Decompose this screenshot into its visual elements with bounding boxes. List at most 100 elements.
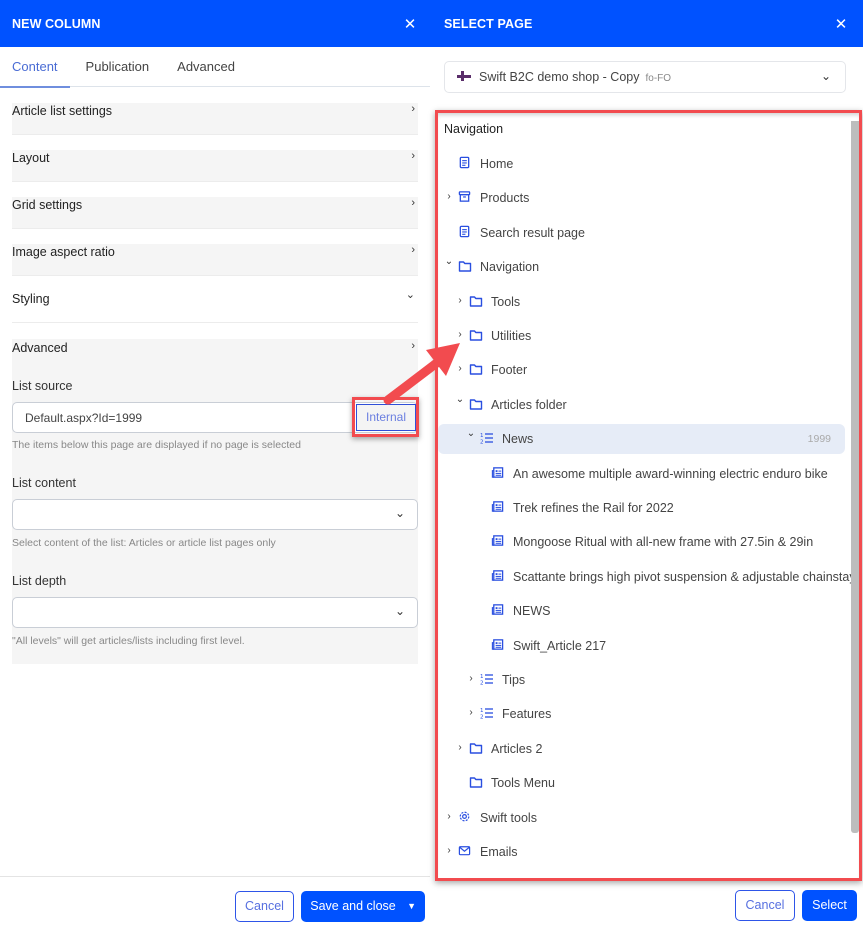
mail-icon — [458, 844, 472, 858]
tree-node-label: Tools — [491, 294, 521, 309]
section-layout[interactable]: Layout › — [12, 150, 418, 182]
list-depth-help: "All levels" will get articles/lists inc… — [12, 635, 245, 647]
chevron-right-icon[interactable]: › — [444, 191, 454, 202]
new-column-header: NEW COLUMN ✕ — [0, 0, 430, 47]
folder-icon — [469, 775, 483, 789]
tree-node-label: Mongoose Ritual with all-new frame with … — [513, 535, 814, 550]
close-icon[interactable]: ✕ — [402, 15, 418, 33]
list-content-select[interactable]: ⌄ — [12, 499, 418, 530]
page-tree: Navigation Home › Products Search result pa… — [438, 113, 859, 878]
tree-node-label: Search result page — [480, 225, 585, 240]
section-label: Article list settings — [12, 104, 113, 118]
chevron-right-icon[interactable]: › — [455, 295, 465, 306]
tree-node-label: Tips — [502, 673, 526, 687]
chevron-right-icon[interactable]: › — [444, 811, 454, 822]
chevron-down-icon[interactable]: ⌄ — [455, 394, 465, 405]
cancel-button[interactable]: Cancel — [235, 891, 294, 922]
tree-node-label: Articles 2 — [491, 741, 543, 756]
chevron-right-icon[interactable]: › — [444, 845, 454, 856]
folder-icon — [469, 362, 483, 376]
tree-node[interactable]: An awesome multiple award-winning electr… — [438, 459, 850, 489]
tree-node[interactable]: Scattante brings high pivot suspension &… — [438, 562, 856, 592]
tree-node[interactable]: Search result page — [438, 218, 850, 248]
chevron-right-icon: › — [411, 244, 415, 256]
section-label: Image aspect ratio — [12, 245, 115, 259]
dropdown-caret-icon[interactable]: ▼ — [407, 892, 416, 921]
article-icon — [491, 500, 505, 514]
tree-node-label: Navigation — [480, 260, 540, 275]
svg-text:1: 1 — [480, 674, 484, 680]
svg-text:1: 1 — [480, 708, 484, 714]
tree-node[interactable]: › Articles 2 — [438, 734, 850, 764]
tree-node-label: Features — [502, 707, 552, 722]
chevron-down-icon[interactable]: ⌄ — [466, 428, 476, 439]
tree-node[interactable]: › Products — [438, 183, 850, 213]
panel-title: SELECT PAGE — [444, 16, 533, 31]
tree-node[interactable]: › Emails — [438, 837, 850, 867]
tree-node[interactable]: Home — [438, 149, 850, 179]
chevron-down-icon: ⌄ — [394, 604, 405, 618]
section-label[interactable]: Advanced — [12, 341, 68, 355]
list-source-field[interactable]: Default.aspx?Id=1999 Internal — [12, 402, 418, 433]
tree-node-label: Home — [480, 157, 514, 171]
list-icon: 12 — [480, 706, 494, 721]
list-depth-label: List depth — [12, 574, 67, 588]
tree-node[interactable]: ⌄ Navigation — [438, 252, 850, 282]
tree-node[interactable]: › Tools — [438, 287, 850, 317]
tree-node-label: Footer — [491, 363, 528, 378]
chevron-down-icon: ⌄ — [394, 506, 405, 520]
chevron-right-icon[interactable]: › — [455, 363, 465, 374]
chevron-right-icon[interactable]: › — [411, 340, 415, 352]
chevron-right-icon: › — [411, 150, 415, 162]
tree-node-label: Trek refines the Rail for 2022 — [513, 501, 674, 515]
cancel-button[interactable]: Cancel — [735, 890, 795, 921]
chevron-down-icon[interactable]: ⌄ — [444, 256, 454, 267]
footer-divider — [0, 876, 430, 877]
gear-icon — [458, 810, 472, 824]
tab-advanced[interactable]: Advanced — [165, 47, 247, 87]
list-content-label: List content — [12, 476, 76, 490]
tree-node[interactable]: › Swift tools — [438, 803, 850, 833]
save-and-close-button[interactable]: Save and close ▼ — [301, 891, 425, 922]
tree-node[interactable]: Swift_Article 217 — [438, 631, 850, 661]
page-id: 1999 — [807, 433, 831, 446]
list-icon: 12 — [480, 431, 494, 446]
close-icon[interactable]: ✕ — [833, 15, 849, 33]
chevron-right-icon[interactable]: › — [466, 673, 476, 684]
tab-bar: Content Publication Advanced — [0, 47, 430, 88]
tree-node[interactable]: › 1 2 Features — [438, 699, 850, 729]
shop-selector[interactable]: Swift B2C demo shop - Copy fo-FO ⌄ — [444, 61, 846, 93]
chevron-right-icon[interactable]: › — [466, 707, 476, 718]
list-depth-select[interactable]: ⌄ — [12, 597, 418, 628]
section-article-list-settings[interactable]: Article list settings › — [12, 103, 418, 135]
section-image-aspect-ratio[interactable]: Image aspect ratio › — [12, 244, 418, 276]
tree-node[interactable]: › Utilities — [438, 321, 850, 351]
list-source-label: List source — [12, 379, 73, 393]
article-icon — [491, 603, 505, 617]
select-button[interactable]: Select — [802, 890, 857, 921]
tree-node[interactable]: › Footer — [438, 355, 850, 385]
tree-node[interactable]: ⌄ Articles folder — [438, 390, 850, 420]
folder-icon — [469, 328, 483, 342]
tree-node[interactable]: › 1 2 Tips — [438, 665, 850, 695]
tab-publication[interactable]: Publication — [74, 47, 162, 87]
chevron-right-icon[interactable]: › — [455, 742, 465, 753]
tab-content[interactable]: Content — [0, 47, 70, 88]
tree-node[interactable]: Trek refines the Rail for 2022 — [438, 493, 850, 523]
tree-node-label: Products — [480, 191, 530, 206]
select-page-panel: SELECT PAGE ✕ Swift B2C demo shop - Copy… — [430, 0, 863, 934]
svg-text:2: 2 — [480, 440, 484, 446]
page-icon — [458, 225, 472, 239]
section-grid-settings[interactable]: Grid settings › — [12, 197, 418, 229]
tree-node[interactable]: Mongoose Ritual with all-new frame with … — [438, 527, 850, 557]
internal-link-button[interactable]: Internal — [356, 404, 416, 431]
tree-scrollbar[interactable] — [851, 121, 859, 833]
chevron-down-icon: ⌄ — [820, 69, 831, 83]
faroe-islands-flag-icon — [457, 71, 471, 81]
section-styling[interactable]: Styling ⌄ — [12, 289, 418, 323]
chevron-right-icon: › — [411, 103, 415, 115]
tree-node[interactable]: Tools Menu — [438, 768, 850, 798]
chevron-right-icon[interactable]: › — [455, 329, 465, 340]
tree-node[interactable]: NEWS — [438, 596, 850, 626]
tree-node[interactable]: ⌄ 1 2 News 1999 — [438, 424, 845, 455]
